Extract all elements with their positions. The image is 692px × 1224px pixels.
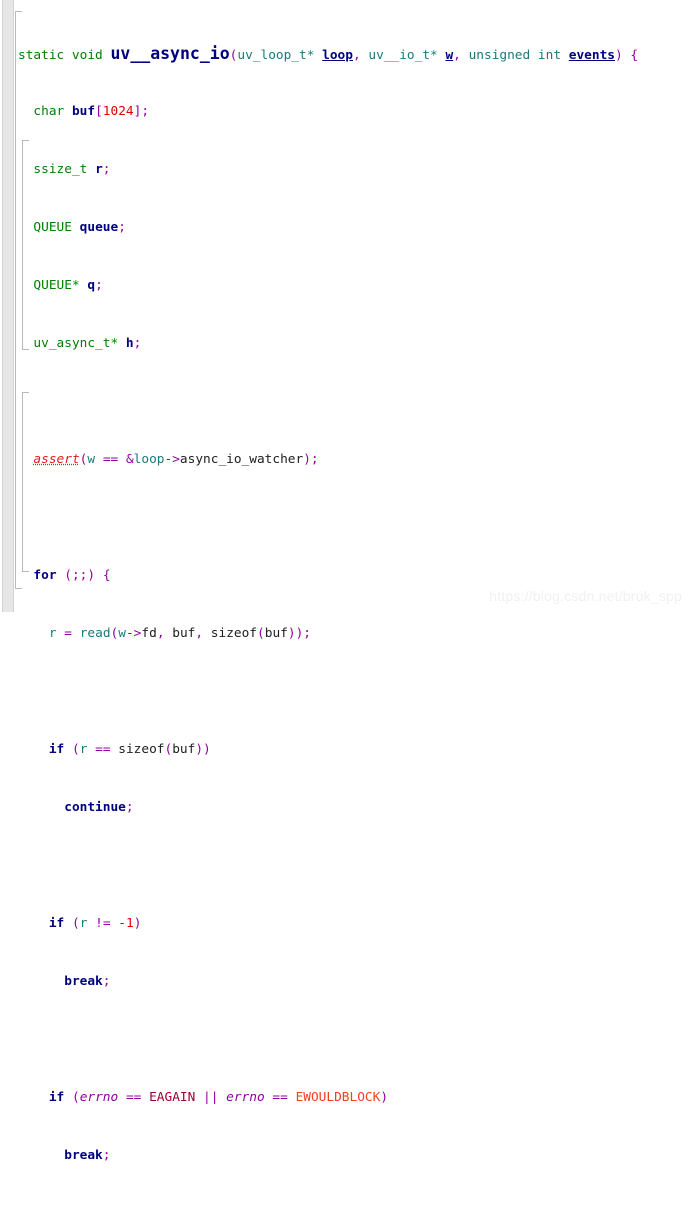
code-line: uv_async_t* h; — [33, 335, 142, 351]
identifier-errno: errno — [79, 1090, 119, 1106]
code-editor[interactable]: static void uv__async_io(uv_loop_t* loop… — [0, 0, 692, 1163]
code-line: break; — [64, 1148, 111, 1164]
keyword-for: for — [33, 567, 57, 583]
constant-eagain: EAGAIN — [149, 1090, 196, 1106]
code-line: QUEUE* q; — [33, 277, 103, 293]
code-content[interactable]: static void uv__async_io(uv_loop_t* loop… — [18, 5, 688, 1224]
watermark: https://blog.csdn.net/bruk_spp — [489, 588, 682, 604]
code-line: r = read(w->fd, buf, sizeof(buf)); — [48, 626, 311, 641]
keyword-continue: continue — [64, 800, 126, 816]
param-w: w — [445, 47, 454, 63]
function-name: uv__async_io — [110, 43, 230, 63]
var-r: r — [95, 161, 103, 177]
code-line: break; — [64, 974, 111, 990]
keyword-break: break — [64, 1148, 103, 1164]
var-q: q — [87, 277, 96, 293]
keyword-if: if — [48, 742, 65, 758]
code-line: if (errno == EAGAIN || errno == EWOULDBL… — [48, 1090, 389, 1106]
code-line: ssize_t r; — [33, 161, 111, 177]
param-loop: loop — [322, 47, 353, 63]
var-queue: queue — [79, 219, 119, 235]
code-line: if (r != -1) — [48, 916, 142, 932]
assert-call: assert — [33, 451, 80, 467]
code-line: QUEUE queue; — [33, 219, 126, 235]
constant-ewouldblock: EWOULDBLOCK — [295, 1090, 381, 1106]
keyword-break: break — [64, 974, 103, 990]
number-1024: 1024 — [102, 103, 134, 119]
var-h: h — [125, 335, 134, 351]
keyword-if: if — [48, 1090, 65, 1106]
var-buf: buf — [71, 103, 96, 119]
token-type: static void — [18, 47, 111, 63]
identifier-errno: errno — [226, 1090, 265, 1106]
code-line: static void uv__async_io(uv_loop_t* loop… — [18, 43, 639, 63]
param-events: events — [568, 47, 615, 63]
code-line: assert(w == &loop->async_io_watcher); — [33, 451, 319, 467]
code-line: char buf[1024]; — [33, 103, 150, 119]
editor-gutter[interactable] — [2, 0, 14, 612]
code-line: continue; — [64, 800, 134, 816]
code-line: if (r == sizeof(buf)) — [48, 742, 211, 758]
keyword-if: if — [48, 916, 65, 932]
code-line: for (;;) { — [33, 567, 111, 583]
